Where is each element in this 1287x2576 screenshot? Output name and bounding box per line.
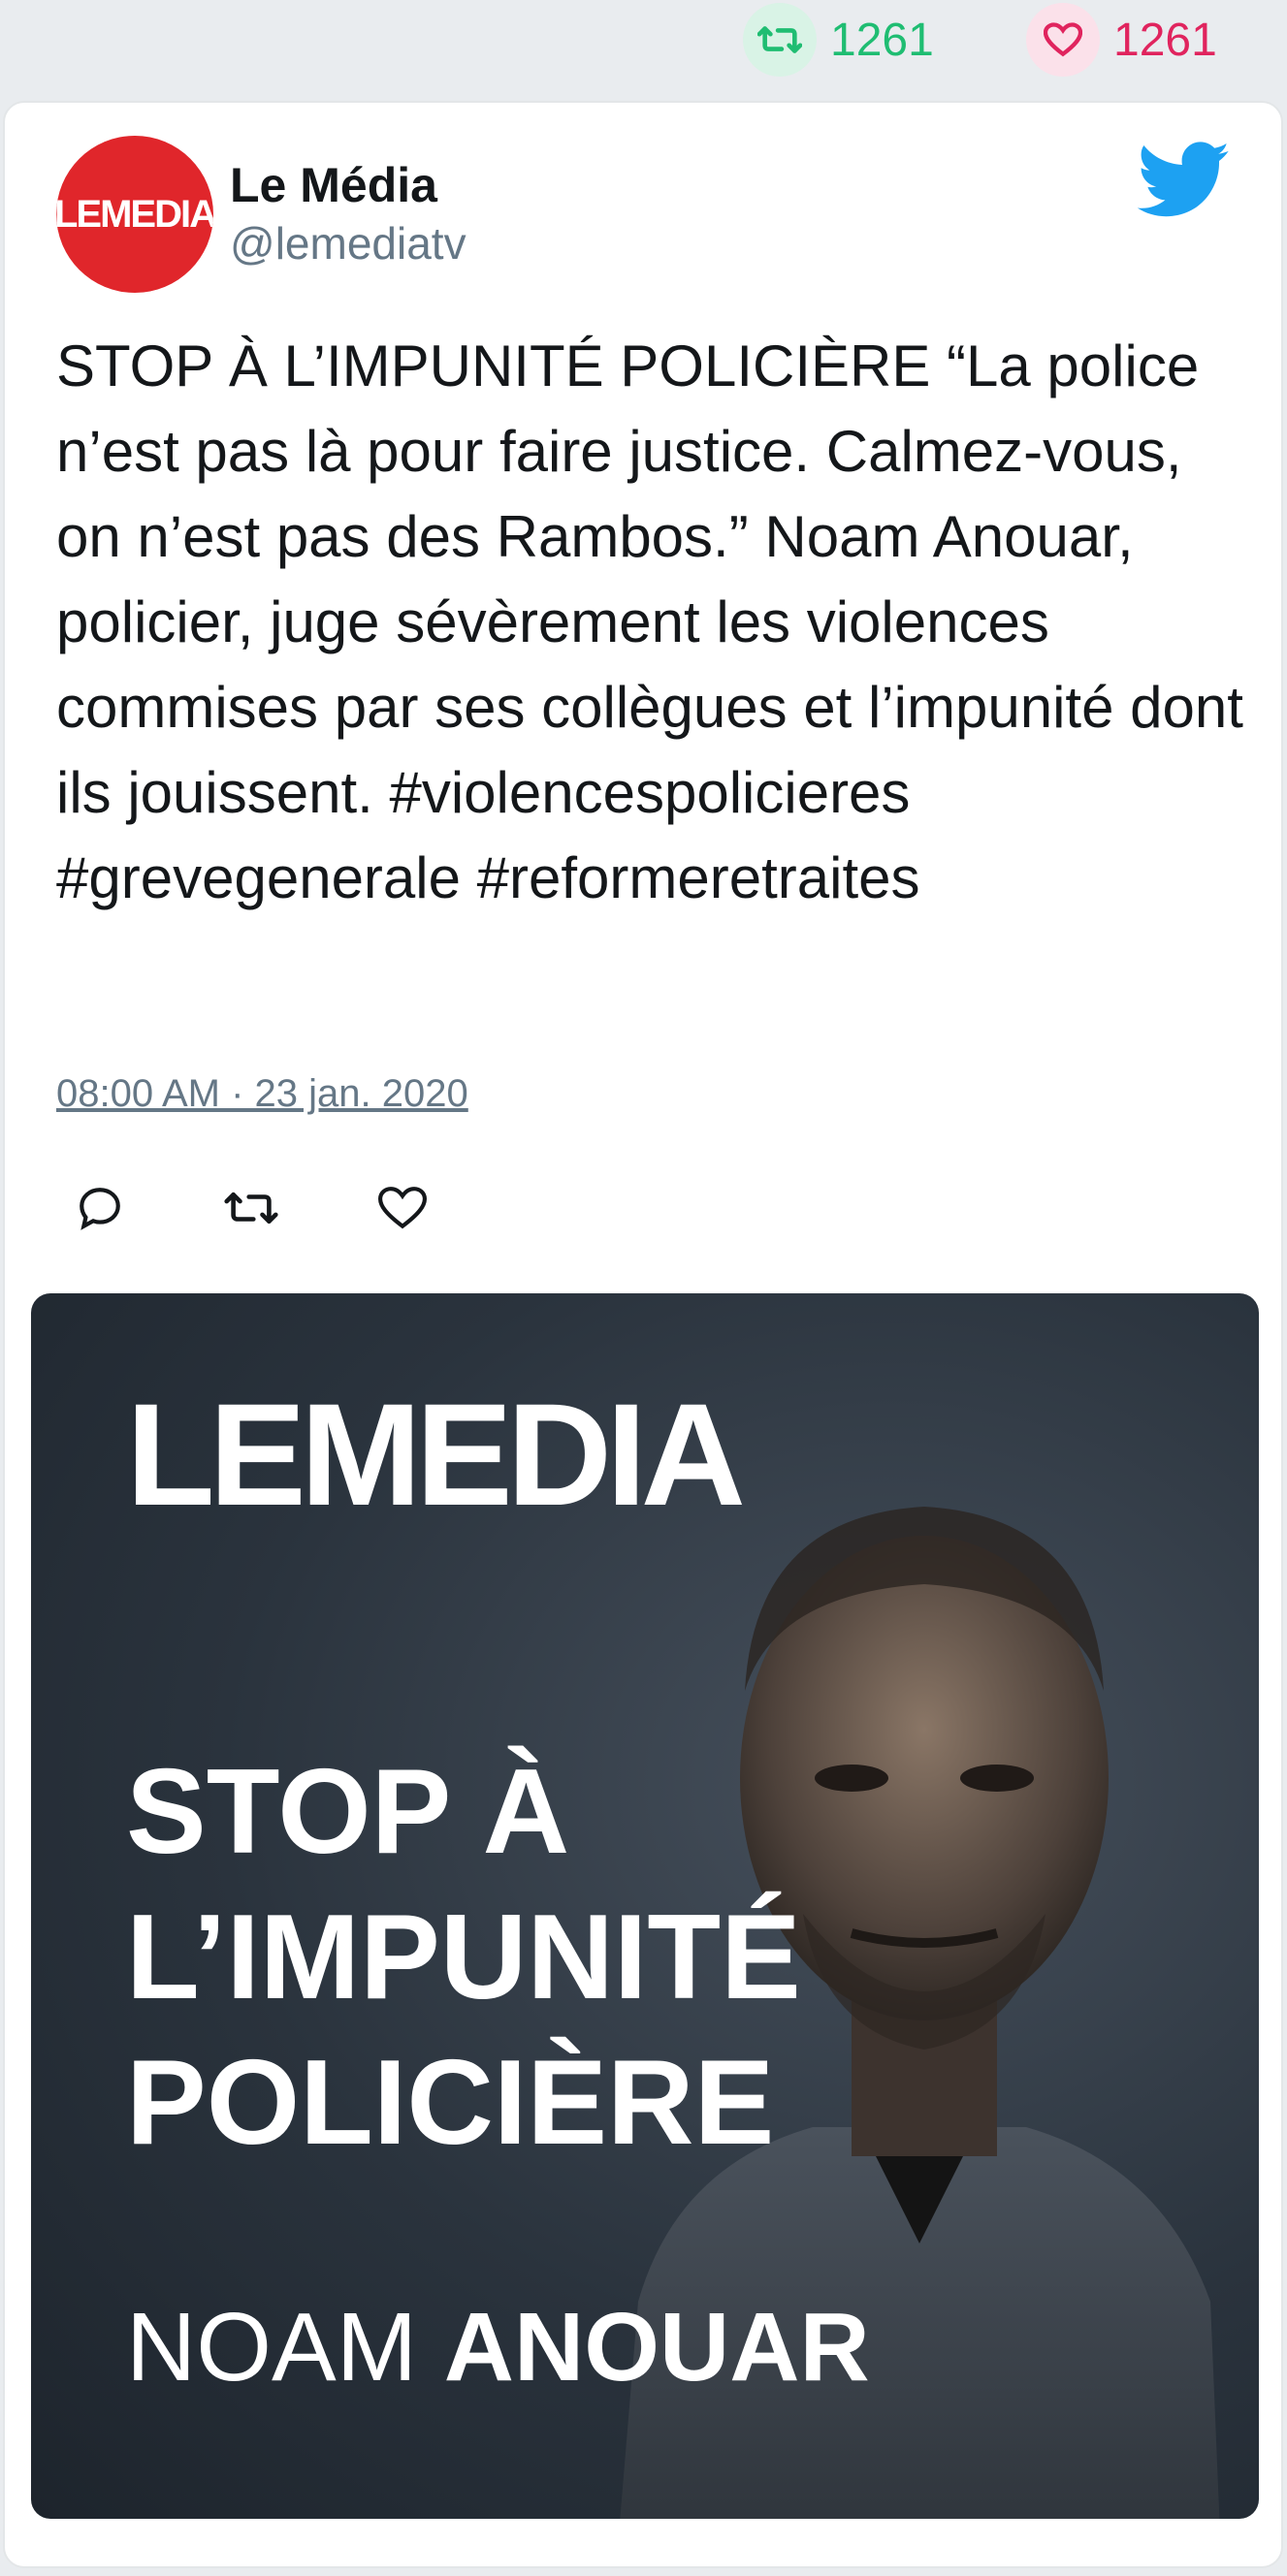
tweet-actions — [73, 1181, 430, 1235]
author-name[interactable]: Le Média — [230, 157, 437, 213]
retweet-button[interactable] — [224, 1181, 278, 1235]
like-button[interactable] — [375, 1181, 430, 1235]
tweet-stats-bar: 1261 1261 — [0, 0, 1287, 97]
tweet-text: STOP À L’IMPUNITÉ POLICIÈRE “La police n… — [56, 334, 1260, 910]
retweet-count: 1261 — [830, 14, 934, 66]
retweet-icon — [224, 1192, 278, 1224]
like-stat[interactable]: 1261 — [1026, 3, 1217, 77]
media-logo: LEMEDIA — [126, 1373, 746, 1536]
tweet-media-image[interactable]: LEMEDIA STOP À L’IMPUNITÉ POLICIÈRE NOAM… — [31, 1293, 1259, 2519]
avatar-logo: LEMEDIA — [56, 192, 213, 236]
like-count: 1261 — [1113, 14, 1217, 66]
tweet-timestamp[interactable]: 08:00 AM · 23 jan. 2020 — [56, 1072, 468, 1116]
author-handle[interactable]: @lemediatv — [230, 217, 467, 270]
reply-icon — [80, 1188, 120, 1230]
media-name-last: ANOUAR — [443, 2293, 870, 2401]
heart-icon — [1026, 3, 1100, 77]
heart-icon — [378, 1187, 427, 1229]
retweet-icon — [743, 3, 817, 77]
media-name-first: NOAM — [126, 2293, 417, 2401]
tweet-card: LEMEDIA Le Média @lemediatv STOP À L’IMP… — [3, 101, 1283, 2568]
twitter-logo-icon[interactable] — [1137, 142, 1231, 219]
avatar[interactable]: LEMEDIA — [56, 136, 213, 293]
media-person-name: NOAM ANOUAR — [126, 2292, 870, 2403]
retweet-stat[interactable]: 1261 — [743, 3, 934, 77]
media-headline: STOP À L’IMPUNITÉ POLICIÈRE — [126, 1745, 801, 2170]
reply-button[interactable] — [73, 1181, 127, 1235]
